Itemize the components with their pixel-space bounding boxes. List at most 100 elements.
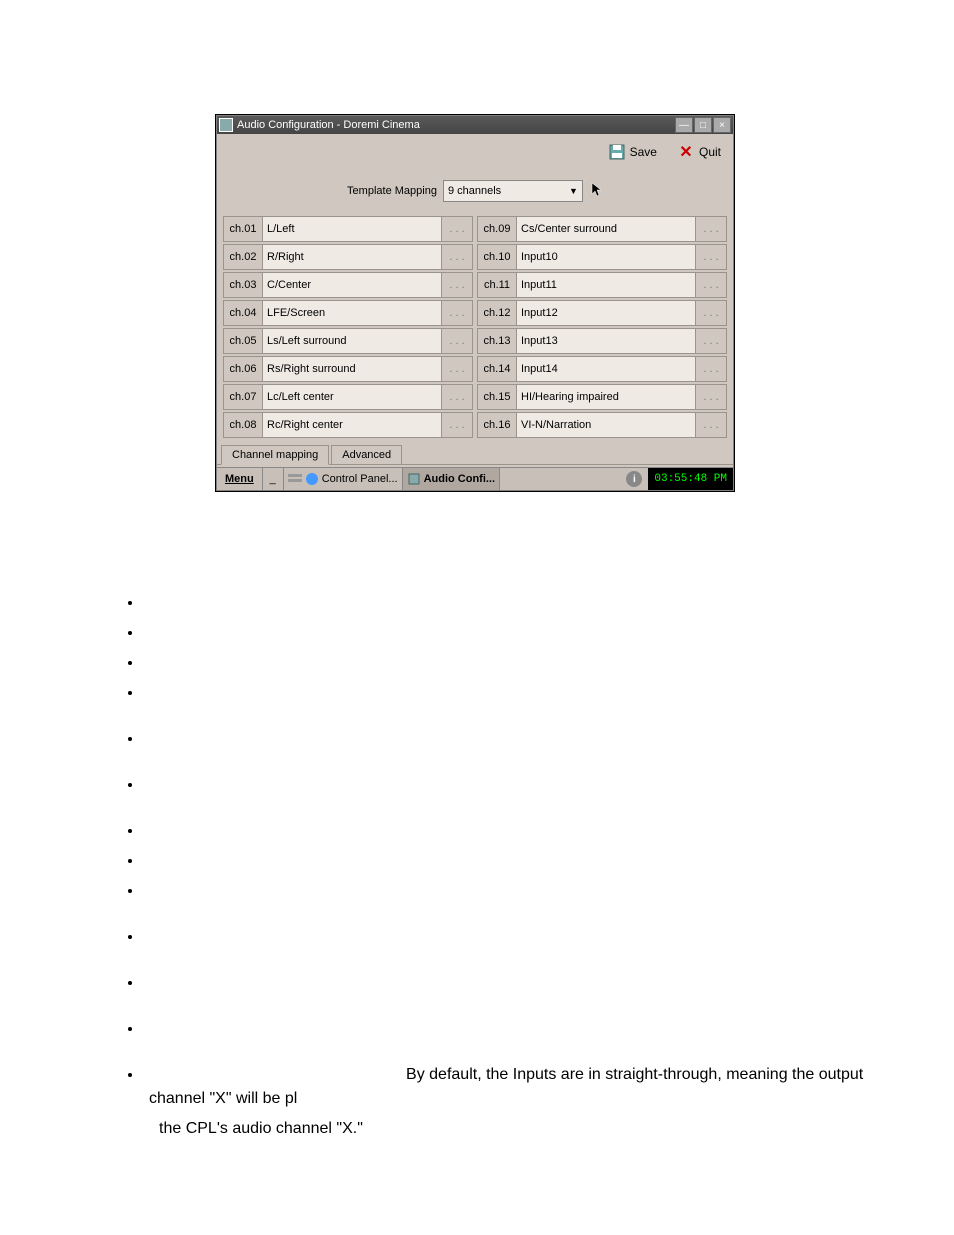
channel-browse-button[interactable]: . . . xyxy=(442,300,473,326)
channel-row: ch.01L/Left. . . xyxy=(223,216,473,242)
save-button[interactable]: Save xyxy=(602,141,663,163)
taskbar-control-panel[interactable]: Control Panel... xyxy=(284,468,403,490)
channel-browse-button[interactable]: . . . xyxy=(442,412,473,438)
save-icon xyxy=(608,143,626,161)
channel-number: ch.06 xyxy=(223,356,263,382)
taskbar: Menu _ Control Panel... Audio Confi... xyxy=(217,467,733,490)
channel-browse-button[interactable]: . . . xyxy=(442,216,473,242)
list-item: . xyxy=(143,727,864,751)
taskbar-control-panel-label: Control Panel... xyxy=(322,473,398,485)
list-item: . xyxy=(143,591,864,615)
channel-number: ch.07 xyxy=(223,384,263,410)
channel-number: ch.14 xyxy=(477,356,517,382)
channel-value[interactable]: Input10 xyxy=(517,244,696,270)
channel-value[interactable]: L/Left xyxy=(263,216,442,242)
channel-row: ch.05Ls/Left surround. . . xyxy=(223,328,473,354)
channel-number: ch.11 xyxy=(477,272,517,298)
channel-browse-button[interactable]: . . . xyxy=(442,384,473,410)
channel-value[interactable]: Rs/Right surround xyxy=(263,356,442,382)
channel-browse-button[interactable]: . . . xyxy=(696,272,727,298)
channel-number: ch.01 xyxy=(223,216,263,242)
cursor-icon xyxy=(591,182,603,201)
channel-number: ch.12 xyxy=(477,300,517,326)
channel-row: ch.08Rc/Right center. . . xyxy=(223,412,473,438)
list-item: . xyxy=(143,849,864,873)
channel-row: ch.03C/Center. . . xyxy=(223,272,473,298)
channel-row: ch.16VI-N/Narration. . . xyxy=(477,412,727,438)
channel-row: ch.06Rs/Right surround. . . xyxy=(223,356,473,382)
list-item: . xyxy=(143,681,864,705)
channel-value[interactable]: HI/Hearing impaired xyxy=(517,384,696,410)
channel-value[interactable]: LFE/Screen xyxy=(263,300,442,326)
tab-advanced[interactable]: Advanced xyxy=(331,445,402,465)
list-item: By default, the Inputs are in straight-B… xyxy=(143,1063,864,1111)
channel-browse-button[interactable]: . . . xyxy=(696,300,727,326)
channel-value[interactable]: Rc/Right center xyxy=(263,412,442,438)
channel-number: ch.03 xyxy=(223,272,263,298)
channel-number: ch.05 xyxy=(223,328,263,354)
channel-value[interactable]: Input14 xyxy=(517,356,696,382)
document-text: . . . . . . . . . . . . By default, the … xyxy=(0,491,954,1141)
channel-value[interactable]: Cs/Center surround xyxy=(517,216,696,242)
channel-number: ch.15 xyxy=(477,384,517,410)
channel-row: ch.12Input12. . . xyxy=(477,300,727,326)
channel-browse-button[interactable]: . . . xyxy=(696,412,727,438)
channel-number: ch.04 xyxy=(223,300,263,326)
channel-number: ch.08 xyxy=(223,412,263,438)
taskbar-audio-config-label: Audio Confi... xyxy=(424,473,495,485)
quit-button[interactable]: ✕ Quit xyxy=(671,141,727,163)
channel-row: ch.11Input11. . . xyxy=(477,272,727,298)
tab-bar: Channel mapping Advanced xyxy=(217,440,733,464)
maximize-button[interactable]: □ xyxy=(694,117,712,133)
channel-number: ch.16 xyxy=(477,412,517,438)
channel-row: ch.02R/Right. . . xyxy=(223,244,473,270)
channel-browse-button[interactable]: . . . xyxy=(442,244,473,270)
taskbar-audio-config[interactable]: Audio Confi... xyxy=(403,468,500,490)
channel-browse-button[interactable]: . . . xyxy=(442,328,473,354)
quit-label: Quit xyxy=(699,145,721,159)
channel-value[interactable]: Lc/Left center xyxy=(263,384,442,410)
titlebar: Audio Configuration - Doremi Cinema — □ … xyxy=(217,116,733,134)
channel-value[interactable]: Ls/Left surround xyxy=(263,328,442,354)
channel-browse-button[interactable]: . . . xyxy=(696,328,727,354)
close-button[interactable]: × xyxy=(713,117,731,133)
quit-icon: ✕ xyxy=(677,143,695,161)
channel-value[interactable]: Input12 xyxy=(517,300,696,326)
template-mapping-value: 9 channels xyxy=(448,185,501,197)
channel-number: ch.09 xyxy=(477,216,517,242)
minimize-button[interactable]: — xyxy=(675,117,693,133)
channel-value[interactable]: VI-N/Narration xyxy=(517,412,696,438)
channel-value[interactable]: Input13 xyxy=(517,328,696,354)
channel-value[interactable]: Input11 xyxy=(517,272,696,298)
window-title: Audio Configuration - Doremi Cinema xyxy=(237,119,674,131)
list-item: . xyxy=(143,925,864,949)
template-mapping-row: Template Mapping 9 channels ▼ xyxy=(217,170,733,216)
taskbar-menu[interactable]: Menu xyxy=(217,468,263,490)
channel-browse-button[interactable]: . . . xyxy=(696,384,727,410)
channel-browse-button[interactable]: . . . xyxy=(442,356,473,382)
channel-row: ch.09Cs/Center surround. . . xyxy=(477,216,727,242)
list-item: . xyxy=(143,1017,864,1041)
taskbar-show-desktop[interactable]: _ xyxy=(263,468,284,490)
list-item: . xyxy=(143,819,864,843)
info-icon[interactable]: i xyxy=(626,471,642,487)
chevron-down-icon: ▼ xyxy=(569,186,578,196)
list-item: . xyxy=(143,971,864,995)
channel-browse-button[interactable]: . . . xyxy=(696,244,727,270)
channel-row: ch.13Input13. . . xyxy=(477,328,727,354)
toolbar: Save ✕ Quit xyxy=(217,134,733,170)
channel-browse-button[interactable]: . . . xyxy=(696,356,727,382)
channel-value[interactable]: R/Right xyxy=(263,244,442,270)
channel-browse-button[interactable]: . . . xyxy=(442,272,473,298)
list-item: . xyxy=(143,879,864,903)
channel-number: ch.13 xyxy=(477,328,517,354)
app-window: Audio Configuration - Doremi Cinema — □ … xyxy=(216,115,734,491)
list-item: . xyxy=(143,621,864,645)
list-item: . xyxy=(143,651,864,675)
tab-channel-mapping[interactable]: Channel mapping xyxy=(221,445,329,465)
window-list-icon xyxy=(288,472,302,486)
template-mapping-select[interactable]: 9 channels ▼ xyxy=(443,180,583,202)
channel-value[interactable]: C/Center xyxy=(263,272,442,298)
channel-browse-button[interactable]: . . . xyxy=(696,216,727,242)
taskbar-clock: 03:55:48 PM xyxy=(648,468,733,490)
